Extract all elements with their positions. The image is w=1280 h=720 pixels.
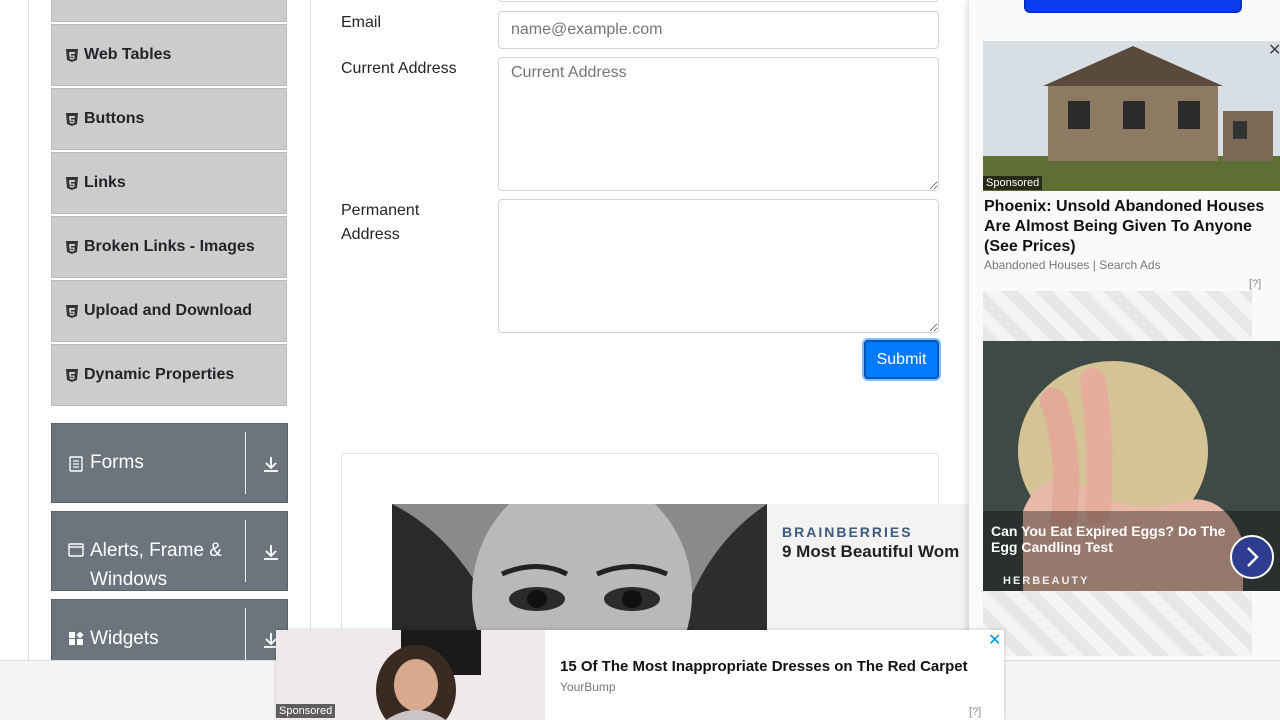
- bottom-ad[interactable]: Sponsored 15 Of The Most Inappropriate D…: [276, 630, 1004, 720]
- sidebar-item-dynamic-properties[interactable]: Dynamic Properties: [51, 344, 287, 406]
- ad-headline[interactable]: 9 Most Beautiful Wom: [782, 542, 959, 562]
- abandoned-house-image: [983, 41, 1280, 191]
- permanent-address-label: Permanent Address: [341, 199, 419, 247]
- sidebar-item-upload-download[interactable]: Upload and Download: [51, 280, 287, 342]
- current-address-field[interactable]: [498, 57, 939, 191]
- sidebar-item-previous[interactable]: [51, 0, 287, 22]
- sidebar-item-broken-links[interactable]: Broken Links - Images: [51, 216, 287, 278]
- widgets-icon: [69, 631, 84, 645]
- email-field[interactable]: [498, 11, 939, 49]
- page: Web Tables Buttons Links Broken Links - …: [0, 0, 1280, 720]
- sidebar-group-forms[interactable]: Forms: [51, 423, 288, 503]
- left-sidebar: Web Tables Buttons Links Broken Links - …: [28, 0, 311, 679]
- sponsored-label: Sponsored: [276, 704, 336, 718]
- divider: [245, 432, 246, 494]
- ad-title[interactable]: Phoenix: Unsold Abandoned Houses Are Alm…: [984, 197, 1274, 257]
- sidebar-group-label: Alerts, Frame & Windows: [90, 540, 222, 590]
- sidebar-item-label: Upload and Download: [84, 302, 252, 319]
- sidebar-group-label: Widgets: [90, 628, 159, 649]
- ad-pattern-background: [983, 591, 1252, 656]
- sidebar-group-label: Forms: [90, 452, 144, 473]
- current-address-label: Current Address: [341, 60, 457, 77]
- form-list-icon: [69, 456, 83, 472]
- ad-title[interactable]: Can You Eat Expired Eggs? Do The Egg Can…: [991, 523, 1226, 555]
- sponsored-label: Sponsored: [983, 176, 1043, 190]
- permanent-address-label-line1: Permanent: [341, 202, 420, 219]
- permanent-address-field[interactable]: [498, 199, 939, 333]
- submit-button[interactable]: Submit: [864, 340, 939, 379]
- sidebar-item-label: Links: [84, 174, 126, 191]
- sidebar-item-links[interactable]: Links: [51, 152, 287, 214]
- sidebar-item-label: Broken Links - Images: [84, 238, 255, 255]
- adchoices-icon[interactable]: [?]: [1249, 278, 1261, 290]
- html5-icon: [66, 176, 78, 190]
- download-arrow-icon[interactable]: [262, 543, 280, 561]
- permanent-address-label-line2: Address: [341, 226, 400, 243]
- adchoices-icon[interactable]: [?]: [969, 706, 981, 718]
- ad-brand: HERBEAUTY: [1003, 575, 1090, 587]
- previous-field[interactable]: [498, 0, 939, 2]
- sidebar-item-web-tables[interactable]: Web Tables: [51, 24, 287, 86]
- close-icon[interactable]: ✕: [1268, 40, 1280, 60]
- ad-source: Abandoned Houses | Search Ads: [984, 258, 1161, 272]
- ad-title[interactable]: 15 Of The Most Inappropriate Dresses on …: [560, 658, 968, 675]
- html5-icon: [66, 112, 78, 126]
- sidebar-item-label: Web Tables: [84, 46, 172, 63]
- chevron-right-icon[interactable]: [1230, 535, 1274, 579]
- email-label: Email: [341, 14, 382, 31]
- divider: [245, 520, 246, 582]
- sidebar-item-label: Buttons: [84, 110, 145, 127]
- html5-icon: [66, 368, 78, 382]
- ad-house-image[interactable]: [983, 41, 1280, 191]
- close-icon[interactable]: ✕: [1268, 340, 1280, 360]
- window-icon: [68, 543, 84, 557]
- ad-source: YourBump: [560, 680, 616, 694]
- sidebar-item-buttons[interactable]: Buttons: [51, 88, 287, 150]
- html5-icon: [66, 240, 78, 254]
- ad-pattern-background: [983, 291, 1252, 341]
- html5-icon: [66, 304, 78, 318]
- sidebar-item-label: Dynamic Properties: [84, 366, 235, 383]
- close-icon[interactable]: ✕: [988, 630, 1001, 650]
- ad-brand: BRAINBERRIES: [782, 524, 913, 540]
- html5-icon: [66, 48, 78, 62]
- ad-top-button[interactable]: [1024, 0, 1242, 13]
- sidebar-group-alerts[interactable]: Alerts, Frame & Windows: [51, 511, 288, 591]
- download-arrow-icon[interactable]: [262, 455, 280, 473]
